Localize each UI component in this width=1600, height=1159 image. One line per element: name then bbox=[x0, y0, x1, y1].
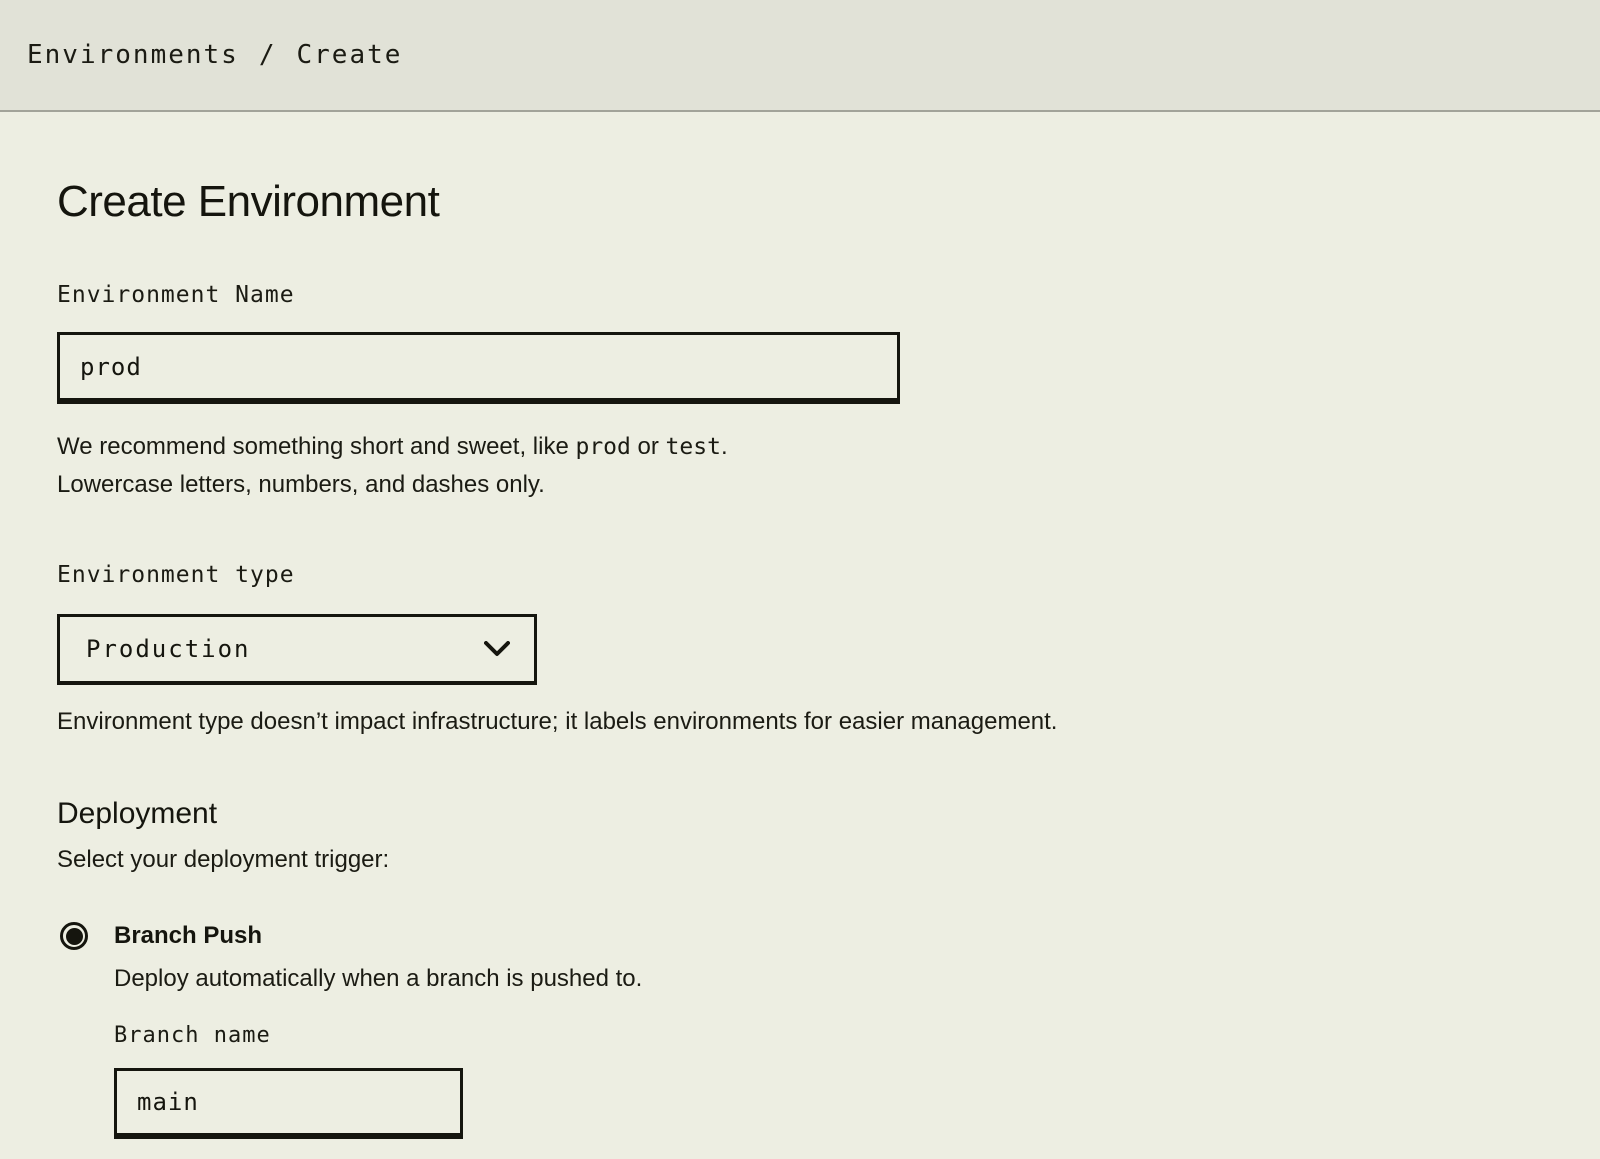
environment-type-help: Environment type doesn’t impact infrastr… bbox=[57, 703, 1307, 741]
breadcrumb-separator: / bbox=[259, 40, 277, 70]
page-title: Create Environment bbox=[57, 178, 1600, 226]
branch-name-field: Branch name bbox=[114, 1023, 642, 1139]
environment-name-input[interactable] bbox=[57, 332, 900, 404]
branch-push-radio-dot bbox=[66, 928, 83, 945]
help-code-test: test bbox=[666, 434, 721, 460]
environment-name-label: Environment Name bbox=[57, 282, 1600, 308]
help-line1-middle: or bbox=[631, 433, 666, 460]
help-line2: Lowercase letters, numbers, and dashes o… bbox=[57, 471, 545, 498]
branch-push-option: Branch Push Deploy automatically when a … bbox=[57, 921, 1600, 1139]
topbar: Environments / Create bbox=[0, 0, 1600, 112]
breadcrumb-create: Create bbox=[297, 40, 403, 70]
help-line1-prefix: We recommend something short and sweet, … bbox=[57, 433, 575, 460]
branch-name-input[interactable] bbox=[114, 1068, 463, 1139]
branch-name-label: Branch name bbox=[114, 1023, 642, 1048]
help-code-prod: prod bbox=[575, 434, 630, 460]
deployment-section-title: Deployment bbox=[57, 797, 1600, 831]
environment-type-selected-value: Production bbox=[86, 635, 251, 663]
environment-type-select[interactable]: Production bbox=[57, 614, 537, 685]
branch-push-description: Deploy automatically when a branch is pu… bbox=[114, 961, 642, 997]
branch-push-radio[interactable] bbox=[60, 922, 88, 950]
deployment-subtitle: Select your deployment trigger: bbox=[57, 841, 1600, 879]
help-line1-suffix: . bbox=[721, 433, 728, 460]
environment-type-label: Environment type bbox=[57, 562, 1600, 588]
breadcrumb-environments[interactable]: Environments bbox=[27, 40, 239, 70]
branch-push-option-body: Branch Push Deploy automatically when a … bbox=[114, 921, 642, 1139]
chevron-down-icon bbox=[484, 641, 510, 657]
branch-push-label[interactable]: Branch Push bbox=[114, 921, 642, 951]
environment-name-help: We recommend something short and sweet, … bbox=[57, 428, 1307, 504]
breadcrumb: Environments / Create bbox=[27, 40, 402, 70]
create-environment-form: Create Environment Environment Name We r… bbox=[0, 112, 1600, 1139]
